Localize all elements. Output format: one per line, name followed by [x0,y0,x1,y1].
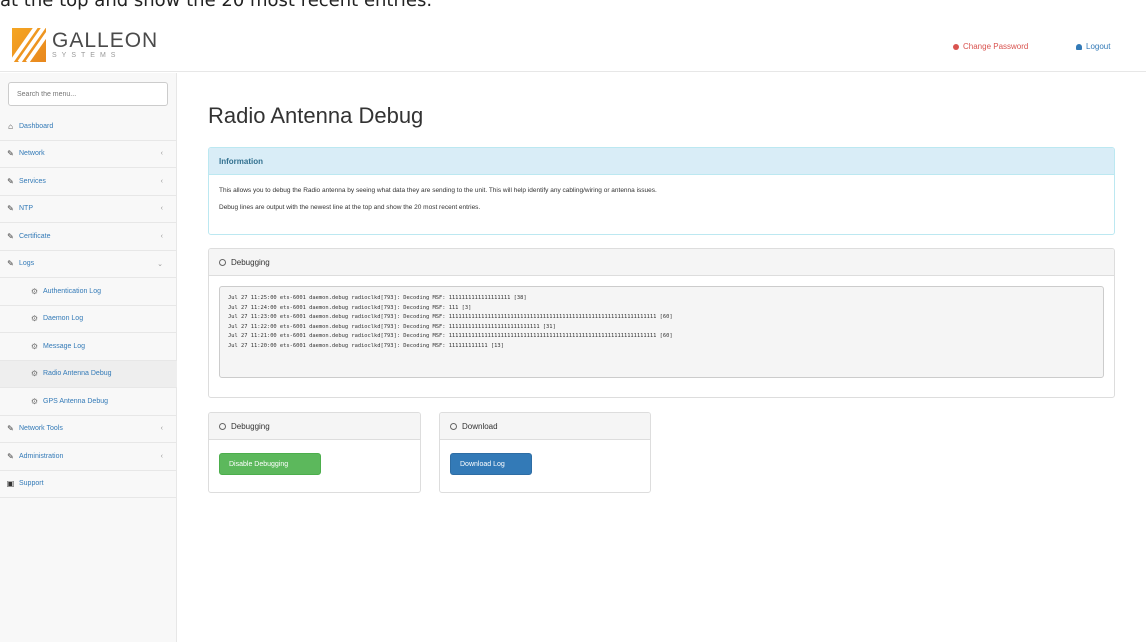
download-log-button[interactable]: Download Log [450,453,532,475]
caption-text: at the top and show the 20 most recent e… [0,0,433,11]
chevron-left-icon: ‹ [160,425,163,433]
log-line: Jul 27 11:21:00 ets-6001 daemon.debug ra… [228,333,673,339]
wrench-icon: ✎ [7,204,14,214]
sidebar-item-label: Network Tools [19,425,63,433]
sidebar-item-label: Logs [19,260,35,268]
chevron-left-icon: ‹ [160,150,163,158]
sidebar-item-label: Support [19,480,44,488]
sidebar-item-support[interactable]: ▣ Support [0,471,177,498]
log-line: Jul 27 11:20:00 ets-6001 daemon.debug ra… [228,342,504,349]
sidebar-item-authentication-log[interactable]: ⚙ Authentication Log [0,278,177,306]
logout-link[interactable]: Logout [1076,42,1110,51]
logout-label: Logout [1086,42,1111,51]
circle-icon [953,43,959,50]
log-line: Jul 27 11:24:00 ets-6001 daemon.debug ra… [228,304,472,311]
sidebar-item-gps-antenna-debug[interactable]: ⚙ GPS Antenna Debug [0,388,177,416]
caption-strip: at the top and show the 20 most recent e… [0,0,1146,12]
gear-icon [219,258,226,266]
sidebar-item-label: Daemon Log [43,315,84,323]
chevron-left-icon: ‹ [160,452,163,460]
debug-control-panel-heading: Debugging [209,413,420,440]
gear-icon [450,422,457,430]
logo-name: GALLEON [52,29,159,52]
sidebar-item-label: Services [19,177,46,185]
information-panel-heading: Information [209,148,1114,175]
sidebar-item-certificate[interactable]: ✎ Certificate ‹ [0,223,177,251]
download-panel: Download Download Log [439,412,651,493]
log-line: Jul 27 11:23:00 ets-6001 daemon.debug ra… [228,314,673,320]
download-heading-label: Download [462,421,498,431]
log-line: Jul 27 11:22:00 ets-6001 daemon.debug ra… [228,323,556,330]
sidebar-item-services[interactable]: ✎ Services ‹ [0,168,177,196]
sidebar-item-daemon-log[interactable]: ⚙ Daemon Log [0,306,177,333]
support-icon: ▣ [6,479,15,489]
sidebar-item-message-log[interactable]: ⚙ Message Log [0,333,177,361]
logo[interactable]: GALLEON SYSTEMS [12,28,158,62]
sidebar-item-label: Authentication Log [43,287,101,295]
gear-icon [219,422,226,430]
gears-icon: ⚙ [30,286,39,296]
debug-log-panel-heading: Debugging [209,249,1114,276]
download-panel-heading: Download [440,413,650,440]
chevron-left-icon: ‹ [160,232,163,240]
home-icon: ⌂ [8,121,13,131]
user-icon [1076,43,1082,50]
wrench-icon: ✎ [7,451,14,461]
sidebar: ⌂ Dashboard ✎ Network ‹ ✎ Services ‹ ✎ NTP ‹ ✎ C… [0,73,177,642]
sidebar-nav: ⌂ Dashboard ✎ Network ‹ ✎ Services ‹ ✎ NTP ‹ ✎ C… [0,113,177,498]
information-panel: Information This allows you to debug the… [208,147,1115,235]
sidebar-item-dashboard[interactable]: ⌂ Dashboard [0,113,177,141]
sidebar-item-label: Message Log [43,342,86,350]
debug-log-panel: Debugging Jul 27 11:25:00 ets-6001 daemo… [208,248,1115,398]
sidebar-item-radio-antenna-debug[interactable]: ⚙ Radio Antenna Debug [0,360,177,388]
debug-log-heading-label: Debugging [231,257,270,267]
log-line: Jul 27 11:25:00 ets-6001 daemon.debug ra… [228,295,527,301]
logo-subtitle: SYSTEMS [52,52,121,59]
sidebar-item-label: Administration [19,452,64,460]
gears-icon: ⚙ [30,396,39,406]
wrench-icon: ✎ [7,176,14,186]
sidebar-item-logs[interactable]: ✎ Logs ⌄ [0,251,177,278]
galleon-logo-icon [12,28,46,62]
main-content: Radio Antenna Debug Information This all… [178,73,1146,642]
sidebar-item-ntp[interactable]: ✎ NTP ‹ [0,196,177,223]
change-password-link[interactable]: Change Password [953,42,1028,51]
page-title: Radio Antenna Debug [208,103,424,128]
information-text-1: This allows you to debug the Radio anten… [219,187,657,194]
debug-control-panel: Debugging Disable Debugging [208,412,421,493]
change-password-label: Change Password [963,42,1029,51]
debug-log-output: Jul 27 11:25:00 ets-6001 daemon.debug ra… [219,286,1104,378]
wrench-icon: ✎ [7,231,14,241]
disable-debugging-button[interactable]: Disable Debugging [219,453,321,475]
sidebar-item-administration[interactable]: ✎ Administration ‹ [0,443,177,471]
sidebar-item-label: Dashboard [19,122,54,130]
sidebar-item-label: Radio Antenna Debug [43,370,112,378]
wrench-icon: ✎ [7,259,14,269]
top-bar: GALLEON SYSTEMS Change Password Logout [0,12,1146,72]
gears-icon: ⚙ [30,314,39,324]
wrench-icon: ✎ [7,149,14,159]
sidebar-item-network[interactable]: ✎ Network ‹ [0,141,177,168]
wrench-icon: ✎ [7,424,14,434]
sidebar-item-network-tools[interactable]: ✎ Network Tools ‹ [0,416,177,443]
chevron-left-icon: ‹ [160,177,163,185]
sidebar-item-label: Network [19,150,45,158]
chevron-left-icon: ‹ [160,205,163,213]
information-text-2: Debug lines are output with the newest l… [219,204,481,211]
gears-icon: ⚙ [30,341,39,351]
menu-search-input[interactable] [8,82,168,106]
debug-control-heading-label: Debugging [231,421,270,431]
gears-icon: ⚙ [30,369,39,379]
sidebar-item-label: Certificate [19,232,51,240]
sidebar-item-label: GPS Antenna Debug [43,397,108,405]
chevron-down-icon: ⌄ [157,260,163,268]
sidebar-item-label: NTP [19,205,33,213]
